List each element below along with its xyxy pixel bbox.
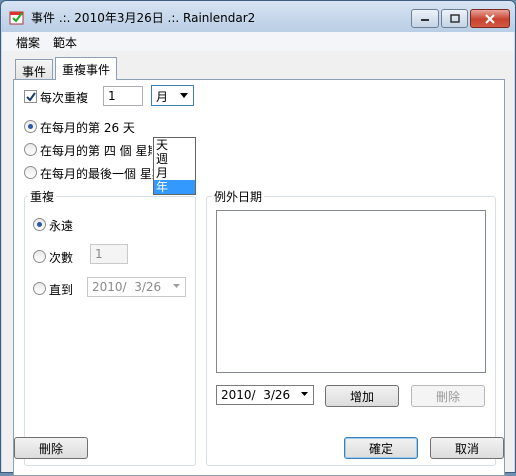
add-exception-button[interactable]: 增加 (325, 385, 399, 407)
day-of-month-label: 在每月的第 26 天 (40, 121, 135, 135)
exception-date-value: 2010/ 3/26 (221, 388, 291, 402)
radio-nth-weekday[interactable] (24, 143, 37, 156)
count-label: 次數 (49, 251, 74, 265)
dropdown-option-month[interactable]: 月 (154, 166, 195, 180)
menu-file[interactable]: 檔案 (16, 34, 40, 51)
until-date-value: 2010/ 3/26 (92, 280, 162, 294)
repeat-unit-value: 月 (156, 90, 169, 104)
repeat-checkbox[interactable] (24, 90, 37, 103)
dropdown-option-week[interactable]: 週 (154, 152, 195, 166)
minimize-button[interactable] (411, 9, 439, 28)
cancel-button[interactable]: 取消 (430, 437, 504, 459)
repeat-label: 每次重複 (40, 91, 89, 105)
radio-until[interactable] (33, 282, 46, 295)
nth-weekday-label: 在每月的第 四 個 星期 (40, 144, 152, 158)
remove-exception-button[interactable]: 刪除 (411, 385, 485, 407)
title-bar[interactable]: 事件 .:. 2010年3月26日 .:. Rainlendar2 (1, 1, 515, 32)
chevron-down-icon (180, 93, 188, 98)
until-date-picker[interactable]: 2010/ 3/26 (87, 277, 186, 297)
calendar-app-icon (9, 11, 24, 25)
repeat-unit-dropdown: 天 週 月 年 (153, 137, 196, 195)
repeat-groupbox (24, 196, 196, 466)
tab-event[interactable]: 事件 (15, 59, 54, 80)
close-button[interactable] (470, 9, 510, 28)
dropdown-option-year[interactable]: 年 (154, 180, 195, 194)
radio-count[interactable] (33, 250, 46, 263)
minimize-icon (421, 18, 429, 21)
repeat-group-title: 重複 (28, 188, 57, 205)
recurring-tab-panel: 每次重複 1 月 天 週 月 年 在每月的第 26 天 在每月的第 四 個 星期… (13, 79, 505, 476)
event-dialog-window: 事件 .:. 2010年3月26日 .:. Rainlendar2 檔案 範本 … (0, 0, 516, 476)
maximize-button[interactable] (441, 9, 468, 28)
exception-date-picker[interactable]: 2010/ 3/26 (216, 385, 314, 405)
count-input[interactable]: 1 (90, 244, 128, 264)
repeat-interval-input[interactable]: 1 (103, 86, 143, 106)
radio-last-weekday[interactable] (24, 166, 37, 179)
delete-event-button[interactable]: 刪除 (14, 437, 88, 459)
chevron-down-icon (301, 392, 308, 396)
forever-label: 永遠 (49, 219, 74, 233)
dialog-body: 事件 重複事件 每次重複 1 月 天 週 月 年 在每月的第 26 天 在每月的… (2, 51, 514, 476)
dropdown-option-day[interactable]: 天 (154, 138, 195, 152)
chevron-down-icon (173, 284, 180, 288)
repeat-unit-select[interactable]: 月 (151, 85, 194, 106)
close-icon (485, 13, 495, 24)
exceptions-group-title: 例外日期 (212, 188, 265, 205)
checkmark-icon (25, 91, 36, 102)
menu-bar: 檔案 範本 (2, 32, 514, 51)
ok-button[interactable]: 確定 (344, 437, 418, 459)
radio-forever[interactable] (33, 218, 46, 231)
window-title: 事件 .:. 2010年3月26日 .:. Rainlendar2 (31, 11, 256, 25)
maximize-icon (449, 14, 460, 23)
tab-recurring-event[interactable]: 重複事件 (55, 57, 118, 80)
radio-day-of-month[interactable] (24, 120, 37, 133)
menu-templates[interactable]: 範本 (53, 34, 77, 51)
until-label: 直到 (49, 283, 74, 297)
exceptions-list[interactable] (216, 210, 486, 373)
